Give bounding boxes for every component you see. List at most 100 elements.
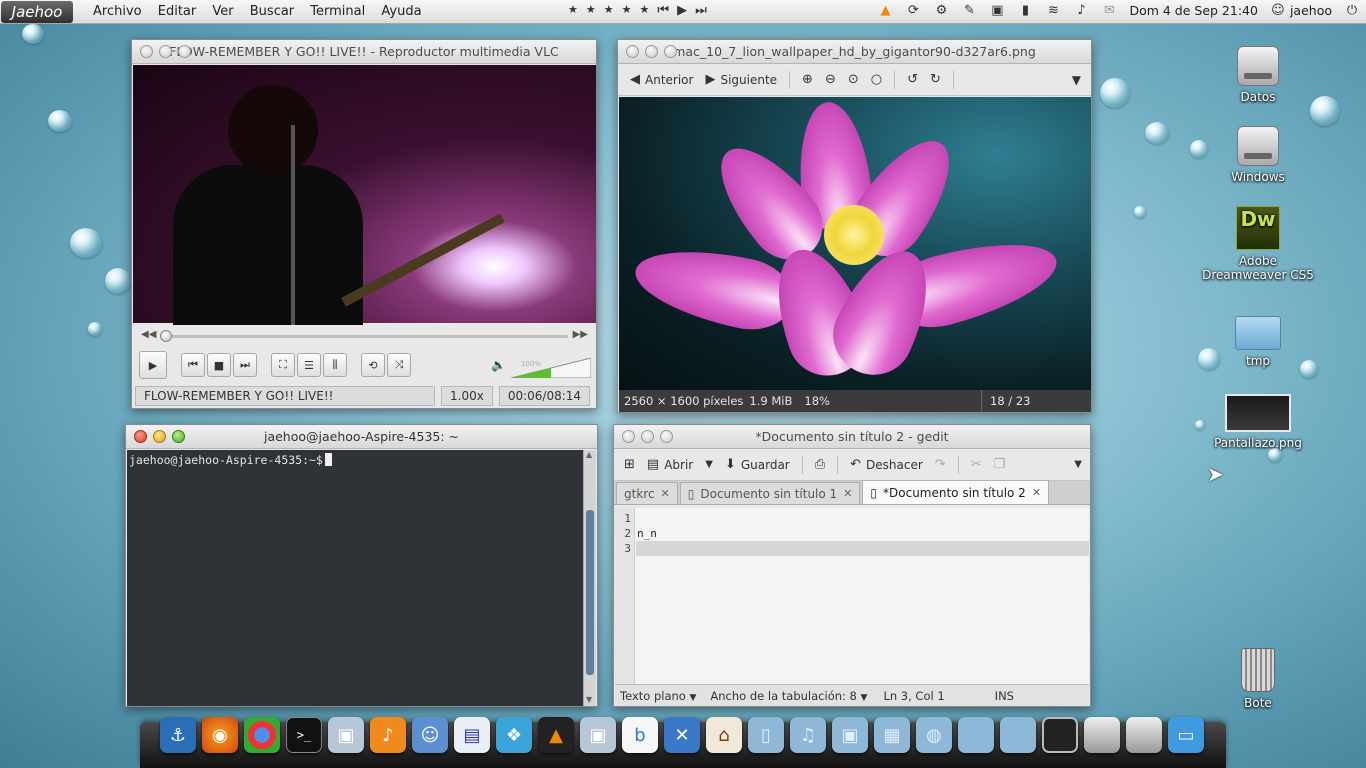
menu-editar[interactable]: Editar [158,4,197,19]
equalizer-button[interactable]: ⫼ [323,353,347,377]
drive-icon[interactable] [1126,717,1162,753]
star-icon[interactable]: ★ [640,3,650,18]
terminal-titlebar[interactable]: jaehoo@jaehoo-Aspire-4535: ~ [126,425,597,449]
drive-icon[interactable] [1084,717,1120,753]
copy-button[interactable]: ❐ [990,457,1010,472]
close-icon[interactable]: ✕ [1032,486,1041,499]
scrollbar-thumb[interactable] [586,510,594,675]
syntax-mode-selector[interactable]: Texto plano ▼ [620,689,696,703]
gear-icon[interactable]: ⚙ [933,2,949,18]
menu-ayuda[interactable]: Ayuda [381,4,421,19]
zoom-fit-button[interactable]: ○ [867,72,886,87]
minimize-button[interactable] [153,430,166,443]
video-area[interactable] [133,65,596,325]
firefox-icon[interactable]: ◉ [202,717,238,753]
desktop-icon-dreamweaver[interactable]: Dw Adobe Dreamweaver CS5 [1196,206,1320,282]
text-editor[interactable]: 1 2 3 n_n [615,508,1089,684]
battery-icon[interactable]: ▮ [1017,2,1033,18]
menu-buscar[interactable]: Buscar [250,4,294,19]
play-icon[interactable]: ▶ [677,3,687,18]
power-icon[interactable]: ⏻ [1344,2,1360,18]
next-image-button[interactable]: ▶ Siguiente [701,72,781,87]
cut-button[interactable]: ✂ [967,457,986,472]
playlist-button[interactable]: ☰ [297,353,321,377]
folder-icon[interactable]: ▯ [748,717,784,753]
pin-icon[interactable]: ✎ [961,2,977,18]
finder-icon[interactable]: ☺ [412,717,448,753]
undo-button[interactable]: ↶ Deshacer [846,457,927,472]
folder-icon[interactable]: ▣ [832,717,868,753]
folder-icon[interactable]: ▦ [874,717,910,753]
folder-icon[interactable]: ◍ [916,717,952,753]
minimize-button[interactable] [641,430,654,443]
desktop-icon-datos[interactable]: Datos [1213,46,1303,104]
image-viewer-titlebar[interactable]: mac_10_7_lion_wallpaper_hd_by_gigantor90… [618,40,1091,64]
menu-terminal[interactable]: Terminal [310,4,365,19]
zoom-normal-button[interactable]: ⊙ [844,72,863,87]
terminal-output[interactable]: jaehoo@jaehoo-Aspire-4535:~$ [127,450,584,706]
previous-button[interactable]: ⏮ [181,353,205,377]
chrome-icon[interactable] [244,717,280,753]
desktop-icon-pantallazo[interactable]: Pantallazo.png [1213,394,1303,450]
volume-icon[interactable]: ♪ [1073,2,1089,18]
clock[interactable]: Dom 4 de Sep 21:40 [1129,3,1258,18]
image-canvas[interactable] [619,97,1091,390]
stop-button[interactable]: ■ [207,353,231,377]
rotate-left-button[interactable]: ↺ [903,72,922,87]
screenshot-icon[interactable]: ▣ [989,2,1005,18]
speaker-icon[interactable]: 🔈 [491,358,506,372]
elapsed-time[interactable]: 00:06/08:14 [498,386,591,406]
desktop-icon-tmp[interactable]: tmp [1213,316,1303,368]
maximize-button[interactable] [664,45,677,58]
mail-icon[interactable]: ✉ [1101,2,1117,18]
previous-icon[interactable]: ⏮ [657,3,669,18]
loop-button[interactable]: ⟲ [361,353,385,377]
username[interactable]: jaehoo [1290,3,1332,18]
close-button[interactable] [622,430,635,443]
previous-image-button[interactable]: ◀ Anterior [626,72,697,87]
close-icon[interactable]: ✕ [661,487,670,500]
scroll-down-icon[interactable]: ▼ [586,695,592,704]
bittorrent-icon[interactable]: b [622,717,658,753]
save-button[interactable]: ⬇ Guardar [721,457,794,472]
photo-icon[interactable]: ▣ [328,717,364,753]
close-button[interactable] [134,430,147,443]
rewind-icon[interactable]: ◀◀ [141,329,156,340]
star-icon[interactable]: ★ [622,3,632,18]
folder-icon[interactable] [1000,717,1036,753]
open-menu-button[interactable]: ▼ [701,459,717,470]
document-icon[interactable]: ▤ [454,717,490,753]
distro-logo[interactable]: Jaehoo [1,0,73,23]
toolbar-overflow-button[interactable]: ▼ [1070,459,1086,470]
zoom-out-button[interactable]: ⊖ [821,72,840,87]
close-button[interactable] [626,45,639,58]
desktop-icon-trash[interactable]: Bote [1213,648,1303,710]
maximize-button[interactable] [178,45,191,58]
xcode-icon[interactable]: ✕ [664,717,700,753]
sync-icon[interactable]: ⟳ [905,2,921,18]
open-button[interactable]: ▤ Abrir [643,457,697,472]
minimize-button[interactable] [645,45,658,58]
star-icon[interactable]: ★ [586,3,596,18]
tab-documento-2[interactable]: ▯ *Documento sin título 2 ✕ [862,480,1050,504]
wifi-icon[interactable]: ≋ [1045,2,1061,18]
user-icon[interactable]: ☺ [1270,2,1286,18]
folder-icon[interactable]: ♫ [790,717,826,753]
rotate-right-button[interactable]: ↻ [926,72,945,87]
minimize-button[interactable] [159,45,172,58]
seek-bar[interactable]: ◀◀ ▶▶ [133,325,596,347]
redo-button[interactable]: ↷ [931,457,950,472]
maximize-button[interactable] [172,430,185,443]
maximize-button[interactable] [660,430,673,443]
tab-gtkrc[interactable]: gtkrc ✕ [616,482,678,504]
print-button[interactable]: ⎙ [811,457,829,472]
seek-handle[interactable] [159,330,172,342]
monitor-icon[interactable] [1042,717,1078,753]
play-button[interactable]: ▶ [139,351,167,379]
terminal-icon[interactable]: >_ [286,717,322,753]
menu-ver[interactable]: Ver [212,4,233,19]
new-document-button[interactable]: ⊞ [620,457,639,472]
gedit-titlebar[interactable]: *Documento sin título 2 - gedit [614,425,1090,449]
menu-archivo[interactable]: Archivo [93,4,142,19]
vlc-tray-icon[interactable]: ▲ [877,2,893,18]
